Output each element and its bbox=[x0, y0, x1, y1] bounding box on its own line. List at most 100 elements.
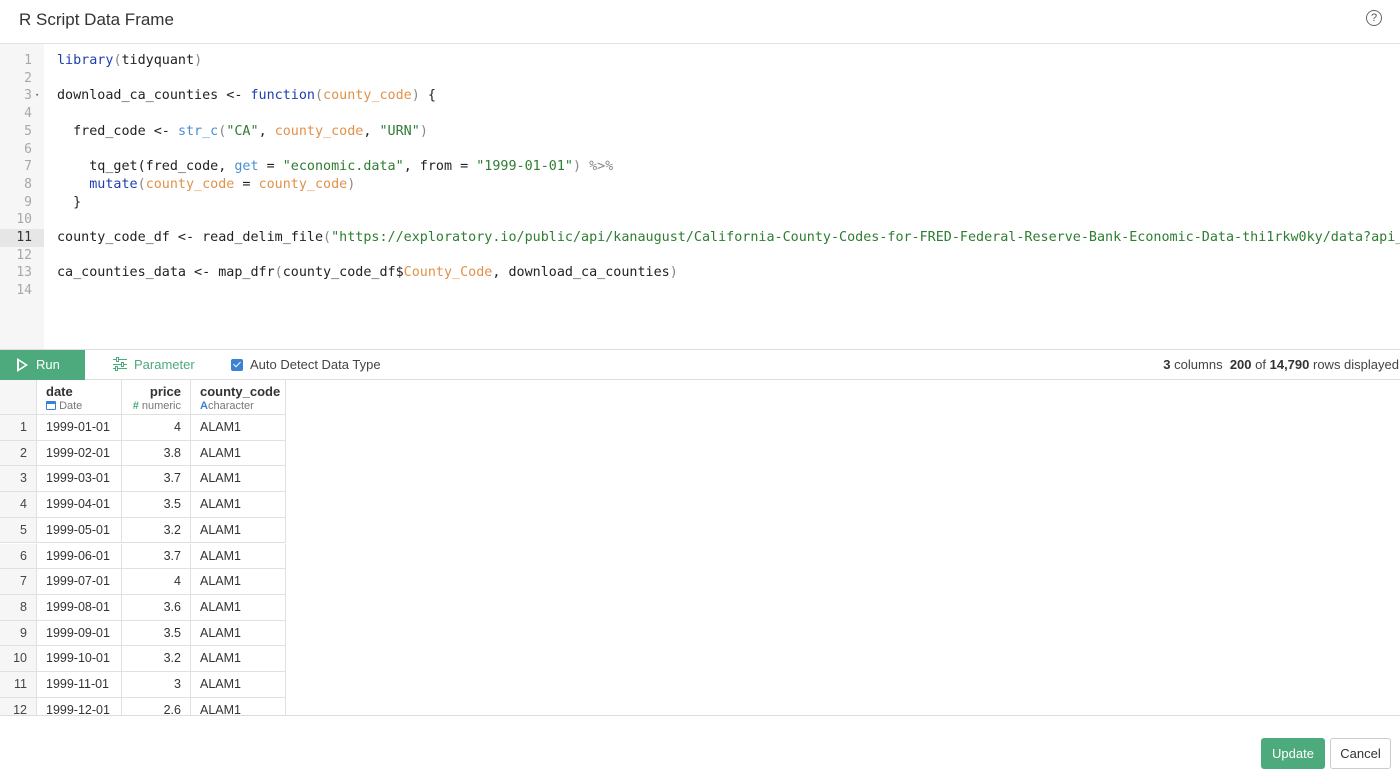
code-token: ca_counties_data <- map_dfr bbox=[57, 265, 275, 281]
code-token: County_Code bbox=[403, 265, 493, 281]
code-token: "economic.data" bbox=[282, 159, 404, 175]
code-text: library(tidyquant) bbox=[57, 52, 202, 70]
row-number: 5 bbox=[0, 517, 37, 544]
help-icon[interactable]: ? bbox=[1366, 10, 1382, 26]
code-token: ) bbox=[669, 265, 678, 281]
date-cell: 1999-06-01 bbox=[37, 543, 122, 570]
county-code-cell: ALAM1 bbox=[191, 672, 286, 698]
code-token: = bbox=[234, 176, 259, 192]
line-number: 14 bbox=[16, 283, 32, 299]
code-editor[interactable]: 1 library(tidyquant) 2 3 ▾ download_ca_counti… bbox=[0, 44, 1400, 349]
run-button[interactable]: Run bbox=[0, 350, 85, 380]
date-cell: 1999-08-01 bbox=[37, 594, 122, 621]
code-token: get bbox=[234, 159, 259, 175]
calendar-icon bbox=[46, 401, 56, 410]
cancel-button[interactable]: Cancel bbox=[1330, 738, 1391, 769]
line-number: 5 bbox=[24, 123, 32, 139]
code-line[interactable]: 1 library(tidyquant) bbox=[0, 52, 1400, 70]
code-token: ( bbox=[113, 53, 122, 68]
parameter-button[interactable]: Parameter bbox=[113, 357, 195, 372]
line-number: 12 bbox=[16, 247, 32, 263]
code-token: county_code bbox=[145, 176, 235, 192]
date-cell: 1999-09-01 bbox=[37, 620, 122, 647]
dialog-header: R Script Data Frame ? bbox=[0, 0, 1400, 44]
row-number: 4 bbox=[0, 492, 37, 518]
code-token: county_code bbox=[258, 176, 348, 192]
auto-detect-checkbox[interactable] bbox=[231, 359, 243, 371]
run-button-label: Run bbox=[36, 357, 60, 372]
date-cell: 1999-07-01 bbox=[37, 569, 122, 595]
code-line[interactable]: 3 ▾ download_ca_counties <- function(count… bbox=[0, 87, 1400, 105]
column-header-price[interactable]: price # numeric bbox=[122, 380, 191, 415]
code-token: function bbox=[250, 88, 315, 104]
county-code-cell: ALAM1 bbox=[191, 492, 286, 518]
line-number: 2 bbox=[24, 70, 32, 86]
code-token: ) bbox=[194, 53, 203, 68]
code-token: = bbox=[258, 159, 283, 175]
row-number: 3 bbox=[0, 466, 37, 493]
code-line[interactable]: 2 bbox=[0, 70, 1400, 88]
price-cell: 3.5 bbox=[122, 620, 191, 647]
county-code-cell: ALAM1 bbox=[191, 594, 286, 621]
date-cell: 1999-11-01 bbox=[37, 672, 122, 698]
editor-toolbar: Run Parameter Auto Detect Data Type 3 co… bbox=[0, 349, 1400, 380]
column-header-county-code[interactable]: county_code Acharacter bbox=[191, 380, 286, 415]
code-line[interactable]: 14 bbox=[0, 282, 1400, 300]
code-token: county_code bbox=[274, 123, 364, 139]
county-code-cell: ALAM1 bbox=[191, 646, 286, 672]
code-token: "1999-01-01" bbox=[476, 159, 573, 175]
of-label: of bbox=[1255, 357, 1266, 372]
code-token: download_ca_counties <- bbox=[57, 88, 251, 104]
rows-total: 14,790 bbox=[1269, 357, 1310, 372]
price-cell: 3 bbox=[122, 672, 191, 698]
code-text: download_ca_counties <- function(county_… bbox=[57, 87, 436, 105]
code-token: ) bbox=[411, 88, 420, 104]
play-icon bbox=[17, 358, 28, 372]
row-number: 9 bbox=[0, 620, 37, 647]
date-cell: 1999-01-01 bbox=[37, 415, 122, 441]
code-text: ca_counties_data <- map_dfr(county_code_… bbox=[57, 264, 678, 282]
county-code-cell: ALAM1 bbox=[191, 697, 286, 715]
price-cell: 3.6 bbox=[122, 594, 191, 621]
county-code-cell: ALAM1 bbox=[191, 569, 286, 595]
hash-icon: # bbox=[132, 400, 139, 412]
columns-label: columns bbox=[1174, 357, 1223, 372]
date-cell: 1999-05-01 bbox=[37, 517, 122, 544]
code-token: tidyquant bbox=[121, 53, 195, 68]
line-number: 8 bbox=[24, 176, 32, 192]
row-number: 8 bbox=[0, 594, 37, 621]
code-line[interactable]: 12 bbox=[0, 247, 1400, 265]
code-line[interactable]: 4 bbox=[0, 105, 1400, 123]
line-number: 4 bbox=[24, 106, 32, 122]
code-line[interactable]: 11 county_code_df <- read_delim_file("htt… bbox=[0, 229, 1400, 247]
column-header-date[interactable]: date Date bbox=[37, 380, 122, 415]
row-number: 2 bbox=[0, 440, 37, 467]
code-token: { bbox=[419, 88, 436, 104]
column-type: Date bbox=[59, 400, 83, 412]
text-type-icon: A bbox=[200, 400, 208, 412]
code-line[interactable]: 8 mutate(county_code = county_code) bbox=[0, 176, 1400, 194]
code-line[interactable]: 7 tq_get(fred_code, get = "economic.data… bbox=[0, 158, 1400, 176]
fold-arrow-icon[interactable]: ▾ bbox=[35, 87, 39, 105]
code-line[interactable]: 13 ca_counties_data <- map_dfr(county_cod… bbox=[0, 264, 1400, 282]
code-token: mutate bbox=[89, 176, 138, 192]
date-cell: 1999-03-01 bbox=[37, 466, 122, 493]
code-line[interactable]: 5 fred_code <- str_c("CA", county_code, … bbox=[0, 123, 1400, 141]
code-token: ) bbox=[419, 123, 428, 139]
code-line[interactable]: 6 bbox=[0, 141, 1400, 159]
price-cell: 3.8 bbox=[122, 440, 191, 467]
code-line[interactable]: 10 bbox=[0, 211, 1400, 229]
code-line[interactable]: 9 } bbox=[0, 194, 1400, 212]
line-number: 10 bbox=[16, 212, 32, 228]
row-number: 1 bbox=[0, 415, 37, 441]
code-token: "URN" bbox=[379, 123, 420, 139]
county-code-cell: ALAM1 bbox=[191, 543, 286, 570]
code-text: mutate(county_code = county_code) bbox=[57, 176, 355, 194]
update-button[interactable]: Update bbox=[1261, 738, 1325, 769]
column-name: price bbox=[149, 384, 181, 399]
auto-detect-option[interactable]: Auto Detect Data Type bbox=[231, 357, 381, 372]
data-table: date Date price # numeric county_code Ac… bbox=[0, 380, 1400, 716]
sliders-icon bbox=[113, 357, 127, 371]
line-number: 7 bbox=[24, 159, 32, 175]
